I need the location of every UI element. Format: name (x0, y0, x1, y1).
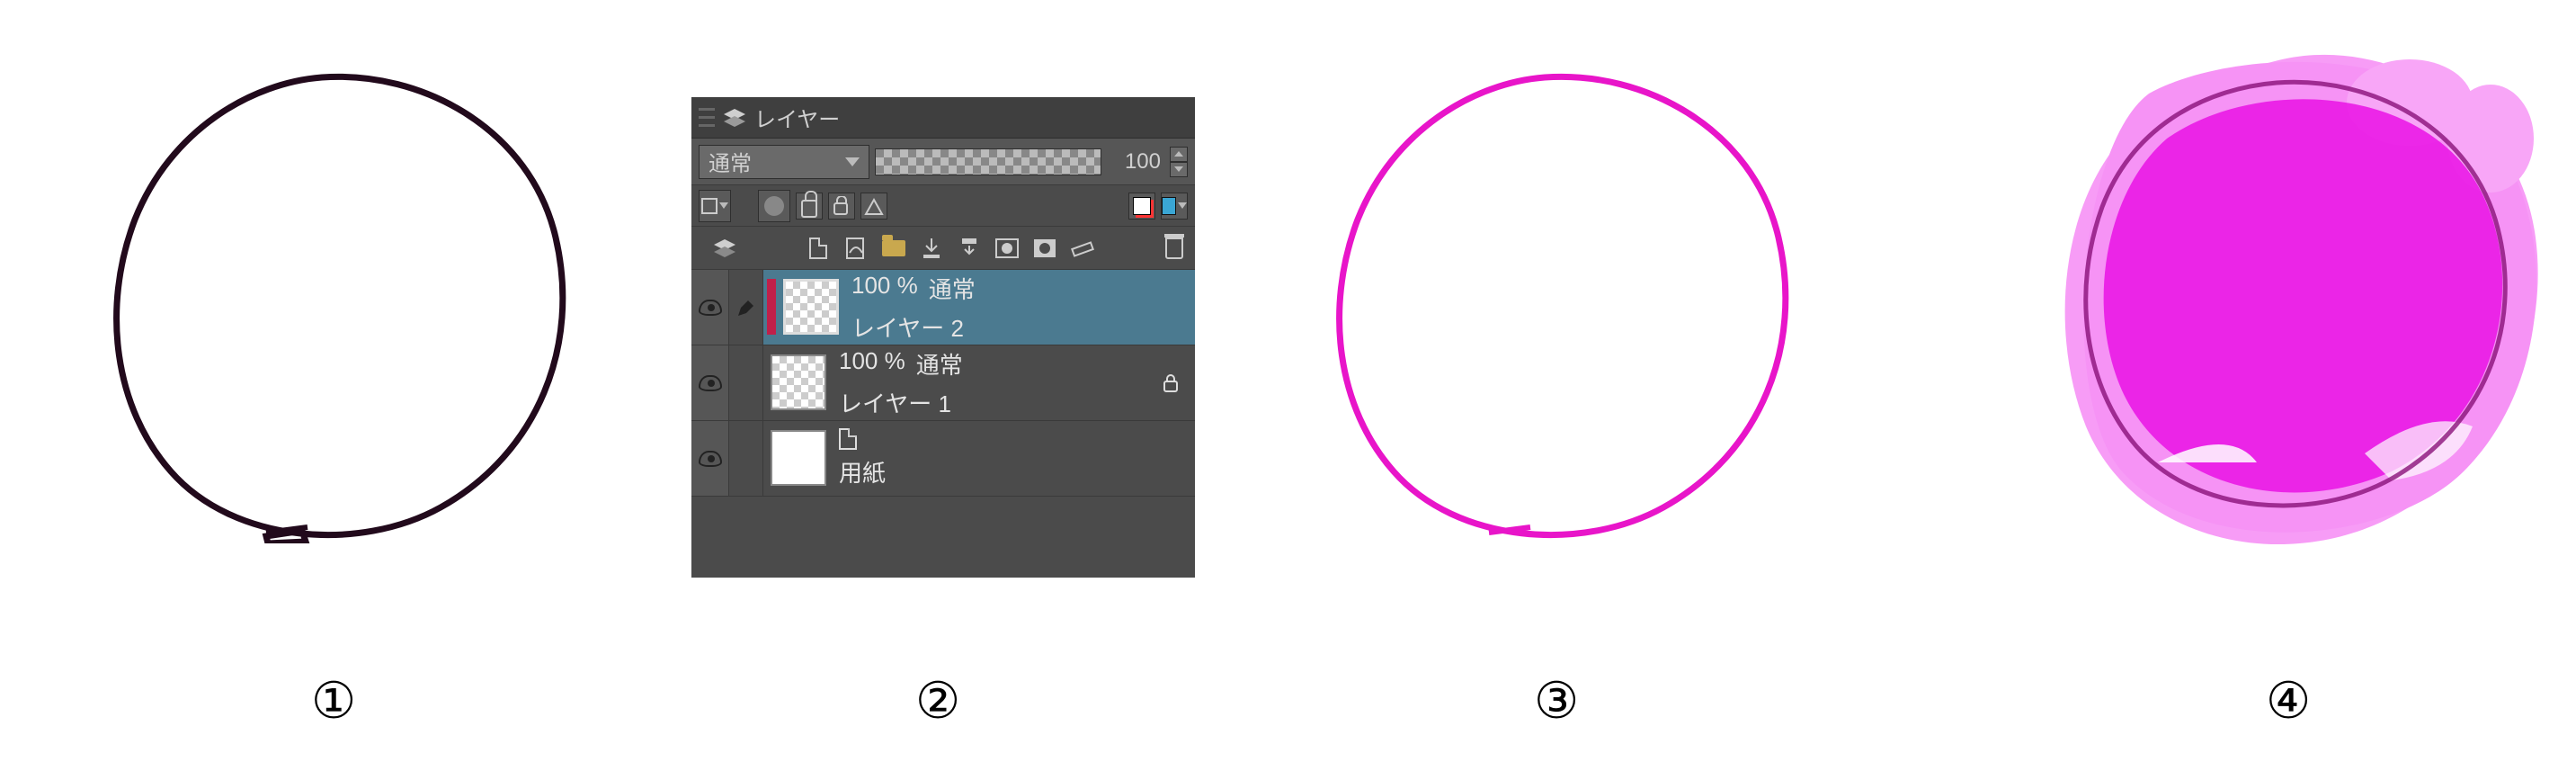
step-label-2: ② (915, 671, 960, 731)
circle-painted-magenta (2050, 40, 2554, 561)
blend-mode-select[interactable]: 通常 (699, 145, 869, 179)
step-2-layer-panel-wrap: レイヤー 通常 100 (691, 97, 1195, 578)
step-1-drawing (99, 58, 584, 548)
eye-icon (699, 451, 722, 467)
visibility-toggle[interactable] (691, 421, 729, 496)
layer-mode-text: 通常 (929, 272, 976, 305)
step-label-1: ① (311, 671, 356, 731)
blend-mode-value: 通常 (709, 146, 752, 177)
layer-toolbar (691, 227, 1195, 270)
merge-down-icon (958, 237, 980, 260)
chevron-down-icon (845, 157, 860, 166)
eye-icon (699, 375, 722, 391)
circle-outline-dark (99, 58, 584, 543)
layer-thumbnail[interactable] (771, 430, 826, 486)
mask-icon (764, 196, 784, 216)
folder-icon (882, 240, 905, 256)
layers-icon (722, 107, 747, 129)
step-label-4: ④ (2266, 671, 2311, 731)
layers-stack-icon[interactable] (711, 236, 738, 261)
layer-name[interactable]: 用紙 (839, 455, 1195, 489)
page-icon (809, 238, 827, 259)
transfer-down-icon (921, 237, 942, 260)
step-4-drawing (2050, 40, 2554, 566)
spinner-down-icon[interactable] (1170, 162, 1188, 177)
lock-transparent-button[interactable] (796, 193, 823, 220)
vector-page-icon (844, 237, 868, 260)
layer-list: 100 % 通常 レイヤー 2 100 % 通常 (691, 270, 1195, 578)
lock-pos-button[interactable] (828, 193, 855, 220)
paper-type-icon (839, 428, 857, 450)
visibility-toggle[interactable] (691, 270, 729, 345)
layer-panel: レイヤー 通常 100 (691, 97, 1195, 578)
layer-settings-row (691, 185, 1195, 227)
reference-button[interactable] (860, 193, 887, 220)
active-draw-indicator (729, 270, 763, 345)
circle-outline-magenta (1322, 58, 1807, 543)
panel-title: レイヤー (754, 102, 840, 133)
lock-paint-icon (832, 196, 851, 216)
ruler-button[interactable] (1069, 236, 1096, 261)
visibility-toggle[interactable] (691, 345, 729, 420)
color-indicator-button[interactable] (1128, 193, 1155, 220)
layer-color-strip (767, 279, 776, 335)
opacity-value: 100 (1107, 149, 1164, 175)
mask-button[interactable] (758, 190, 790, 222)
transfer-down-button[interactable] (918, 236, 945, 261)
opacity-slider[interactable] (875, 148, 1101, 175)
step-label-3: ③ (1534, 671, 1579, 731)
layer-color-button[interactable] (1161, 193, 1188, 220)
clip-mode-button[interactable] (699, 190, 731, 222)
pen-icon (735, 297, 757, 318)
layer-label-col: 100 % 通常 レイヤー 1 (833, 345, 1146, 420)
layer-color-swatch (1162, 197, 1176, 215)
ruler-icon (1071, 237, 1094, 260)
layer-name[interactable]: レイヤー 1 (839, 386, 1146, 419)
apply-mask-button[interactable] (1031, 236, 1058, 261)
new-vector-layer-button[interactable] (842, 236, 869, 261)
merge-down-button[interactable] (956, 236, 983, 261)
indent-col (729, 345, 763, 420)
layer-mask-button[interactable] (994, 236, 1021, 261)
delete-layer-button[interactable] (1161, 236, 1188, 261)
new-folder-button[interactable] (880, 236, 907, 261)
new-raster-layer-button[interactable] (805, 236, 832, 261)
layer-row-layer1[interactable]: 100 % 通常 レイヤー 1 (691, 345, 1195, 421)
tutorial-stage: レイヤー 通常 100 (0, 0, 2576, 762)
layer-label-col: 用紙 (833, 421, 1195, 496)
chevron-down-icon (719, 202, 728, 209)
lock-indicator[interactable] (1159, 372, 1182, 395)
layer-mode-text: 通常 (916, 347, 963, 381)
layer-thumbnail[interactable] (783, 279, 839, 335)
color-indicator-icon (1133, 197, 1151, 215)
layer-opacity-text: 100 % (839, 347, 905, 381)
lock-icon (1162, 373, 1180, 393)
layer-row-paper[interactable]: 用紙 (691, 421, 1195, 497)
step-3-drawing (1322, 58, 1807, 548)
mask-icon (995, 238, 1019, 258)
layer-name[interactable]: レイヤー 2 (851, 310, 1195, 344)
blend-opacity-row: 通常 100 (691, 139, 1195, 185)
chevron-down-icon (1178, 202, 1187, 209)
reference-icon (864, 196, 884, 216)
layer-label-col: 100 % 通常 レイヤー 2 (846, 270, 1195, 345)
apply-mask-icon (1033, 238, 1056, 258)
lock-icon (801, 200, 817, 218)
eye-icon (699, 300, 722, 316)
trash-icon (1165, 238, 1183, 259)
panel-titlebar[interactable]: レイヤー (691, 97, 1195, 139)
layer-thumbnail[interactable] (771, 354, 826, 410)
panel-grip-icon[interactable] (699, 105, 715, 130)
spinner-up-icon[interactable] (1170, 147, 1188, 162)
indent-col (729, 421, 763, 496)
layer-opacity-text: 100 % (851, 272, 918, 305)
opacity-spinner[interactable] (1170, 147, 1188, 177)
layer-row-layer2[interactable]: 100 % 通常 レイヤー 2 (691, 270, 1195, 345)
